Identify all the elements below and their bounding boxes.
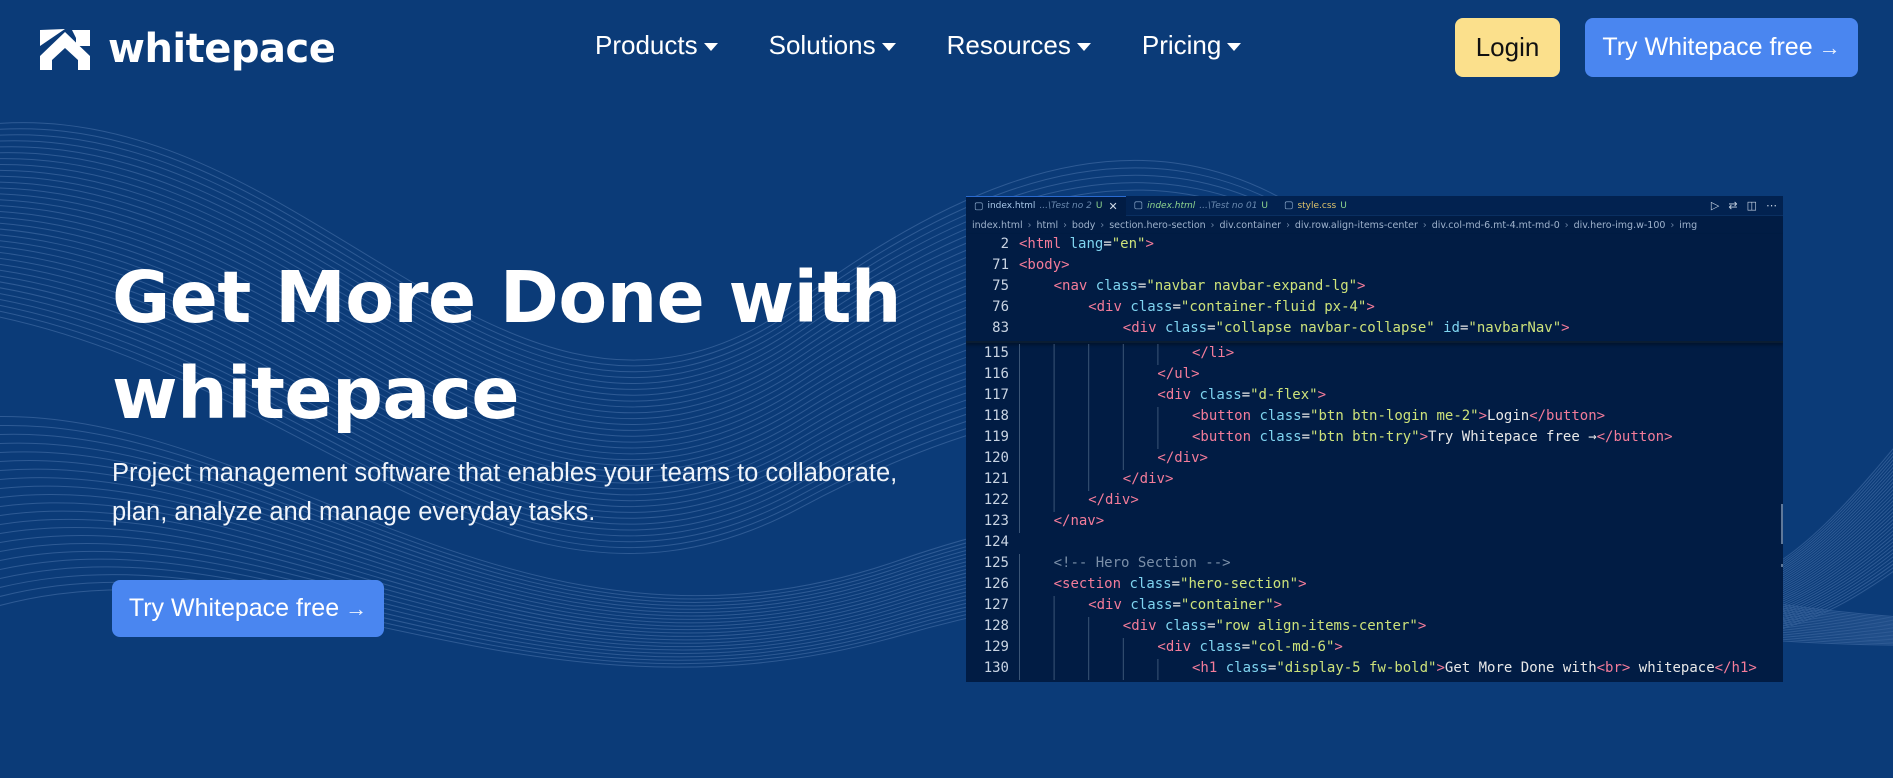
editor-breadcrumbs: index.html › html › body › section.hero-sectio… — [966, 216, 1783, 234]
breadcrumb-separator: › — [1100, 219, 1105, 231]
breadcrumb-item[interactable]: div.col-md-6.mt-4.mt-md-0 — [1432, 220, 1560, 231]
code-area: 2 <html lang="en"> 71 <body> 75 <nav class="n… — [966, 234, 1783, 680]
login-button[interactable]: Login — [1455, 18, 1560, 77]
compare-icon[interactable]: ⇄ — [1728, 199, 1737, 212]
tab-status: U — [1095, 201, 1103, 211]
editor-tab[interactable]: ▢ index.html ...\Test no 2 U ✕ — [966, 196, 1126, 216]
try-free-label: Try Whitepace free — [1602, 33, 1813, 61]
breadcrumb-separator: › — [1670, 219, 1675, 231]
arrow-right-icon: → — [345, 595, 368, 621]
hero-title-line-1: Get More Done with — [112, 256, 901, 339]
tab-file-name: index.html — [1147, 200, 1196, 211]
whitepace-logo-icon — [40, 29, 90, 70]
close-icon[interactable]: ✕ — [1108, 200, 1117, 213]
breadcrumb-item[interactable]: div.container — [1219, 220, 1281, 231]
breadcrumb-item[interactable]: index.html — [972, 220, 1023, 231]
nav-item-products[interactable]: Products — [595, 30, 718, 61]
breadcrumb-separator: › — [1422, 219, 1427, 231]
breadcrumb-separator: › — [1063, 219, 1067, 231]
breadcrumb-item[interactable]: div.row.align-items-center — [1295, 220, 1418, 231]
tab-status: U — [1340, 200, 1347, 211]
tab-status: U — [1261, 200, 1269, 211]
nav-item-resources[interactable]: Resources — [947, 30, 1091, 61]
breadcrumb-item[interactable]: html — [1036, 220, 1058, 231]
hero-subtitle-line-1: Project management software that enables… — [112, 459, 898, 487]
indent-guides — [1019, 344, 1159, 680]
editor-tab-bar: ▢ index.html ...\Test no 2 U ✕ ▢ index.h… — [966, 196, 1783, 216]
file-icon: ▢ — [1284, 200, 1294, 211]
breadcrumb-item[interactable]: img — [1679, 220, 1697, 231]
editor-tab[interactable]: ▢ style.css U — [1276, 196, 1355, 216]
tab-file-path: ...\Test no 01 — [1199, 200, 1258, 211]
brand-name: whitepace — [108, 26, 336, 72]
breadcrumb-separator: › — [1027, 219, 1032, 231]
try-free-nav-button[interactable]: Try Whitepace free → — [1585, 18, 1858, 77]
more-icon[interactable]: ⋯ — [1766, 199, 1777, 212]
nav-item-label: Solutions — [768, 30, 876, 60]
arrow-right-icon: → — [1818, 34, 1841, 60]
caret-down-icon — [1227, 42, 1242, 51]
run-icon[interactable]: ▷ — [1711, 199, 1719, 212]
breadcrumb-separator: › — [1286, 219, 1290, 231]
breadcrumb-separator: › — [1564, 219, 1569, 231]
nav-item-label: Products — [595, 30, 698, 60]
hero-title: Get More Done with whitepace — [112, 250, 932, 442]
editor-actions: ▷ ⇄ ◫ ⋯ — [1702, 199, 1783, 212]
tab-file-name: style.css — [1297, 200, 1337, 211]
code-editor-image: ▢ index.html ...\Test no 2 U ✕ ▢ index.h… — [966, 196, 1783, 682]
split-editor-icon[interactable]: ◫ — [1747, 199, 1757, 212]
breadcrumb-separator: › — [1210, 219, 1215, 231]
nav-item-solutions[interactable]: Solutions — [769, 30, 896, 61]
editor-tab[interactable]: ▢ index.html ...\Test no 01 U — [1126, 196, 1276, 216]
hero-subtitle: Project management software that enables… — [112, 454, 932, 532]
nav-item-label: Pricing — [1141, 30, 1222, 60]
file-icon: ▢ — [974, 200, 984, 212]
navbar: whitepace Products Solutions Resources P… — [0, 0, 1893, 98]
breadcrumb-item[interactable]: div.hero-img.w-100 — [1574, 220, 1666, 231]
hero-title-line-2: whitepace — [112, 352, 520, 435]
hero-subtitle-line-2: plan, analyze and manage everyday tasks. — [112, 498, 596, 526]
breadcrumb-item[interactable]: section.hero-section — [1109, 220, 1205, 231]
nav-item-pricing[interactable]: Pricing — [1141, 30, 1242, 61]
caret-down-icon — [703, 42, 718, 51]
caret-down-icon — [1076, 42, 1091, 51]
try-free-hero-button[interactable]: Try Whitepace free → — [112, 580, 384, 637]
try-free-label: Try Whitepace free — [128, 594, 340, 622]
tab-file-name: index.html — [987, 201, 1036, 211]
tab-file-path: ...\Test no 2 — [1039, 201, 1092, 211]
scrollbar-marker — [1781, 564, 1783, 567]
caret-down-icon — [881, 42, 896, 51]
file-icon: ▢ — [1133, 200, 1144, 211]
scrollbar-marker — [1781, 504, 1783, 544]
breadcrumb-item[interactable]: body — [1072, 220, 1096, 231]
nav-links: Products Solutions Resources Pricing — [595, 30, 1242, 61]
brand-logo[interactable]: whitepace — [36, 26, 336, 72]
nav-item-label: Resources — [946, 30, 1071, 60]
